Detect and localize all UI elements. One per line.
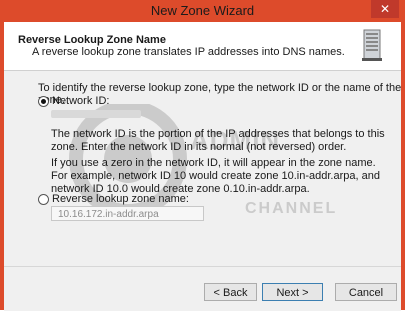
header-title: Reverse Lookup Zone Name <box>18 34 166 46</box>
watermark-subtext: CHANNEL <box>245 200 338 217</box>
reverse-zone-radio[interactable] <box>38 194 49 205</box>
close-button[interactable]: ✕ <box>371 0 399 18</box>
network-id-input[interactable] <box>51 110 141 118</box>
reverse-zone-label[interactable]: Reverse lookup zone name: <box>52 193 189 205</box>
close-icon: ✕ <box>379 2 391 16</box>
back-button[interactable]: < Back <box>204 283 257 301</box>
zero-network-help: If you use a zero in the network ID, it … <box>51 157 380 195</box>
network-id-help: The network ID is the portion of the IP … <box>51 128 385 153</box>
window-title: New Zone Wizard <box>150 3 255 18</box>
wizard-header: Reverse Lookup Zone Name A reverse looku… <box>4 22 401 71</box>
network-id-label[interactable]: Network ID: <box>52 95 109 107</box>
cancel-button[interactable]: Cancel <box>335 283 397 301</box>
next-button[interactable]: Next > <box>262 283 323 301</box>
network-id-radio[interactable] <box>38 96 49 107</box>
window-frame-right <box>401 22 405 310</box>
server-icon <box>362 29 382 61</box>
reverse-zone-input[interactable]: 10.16.172.in-addr.arpa <box>51 206 204 221</box>
title-bar: New Zone Wizard <box>0 0 405 22</box>
header-subtitle: A reverse lookup zone translates IP addr… <box>32 46 345 58</box>
